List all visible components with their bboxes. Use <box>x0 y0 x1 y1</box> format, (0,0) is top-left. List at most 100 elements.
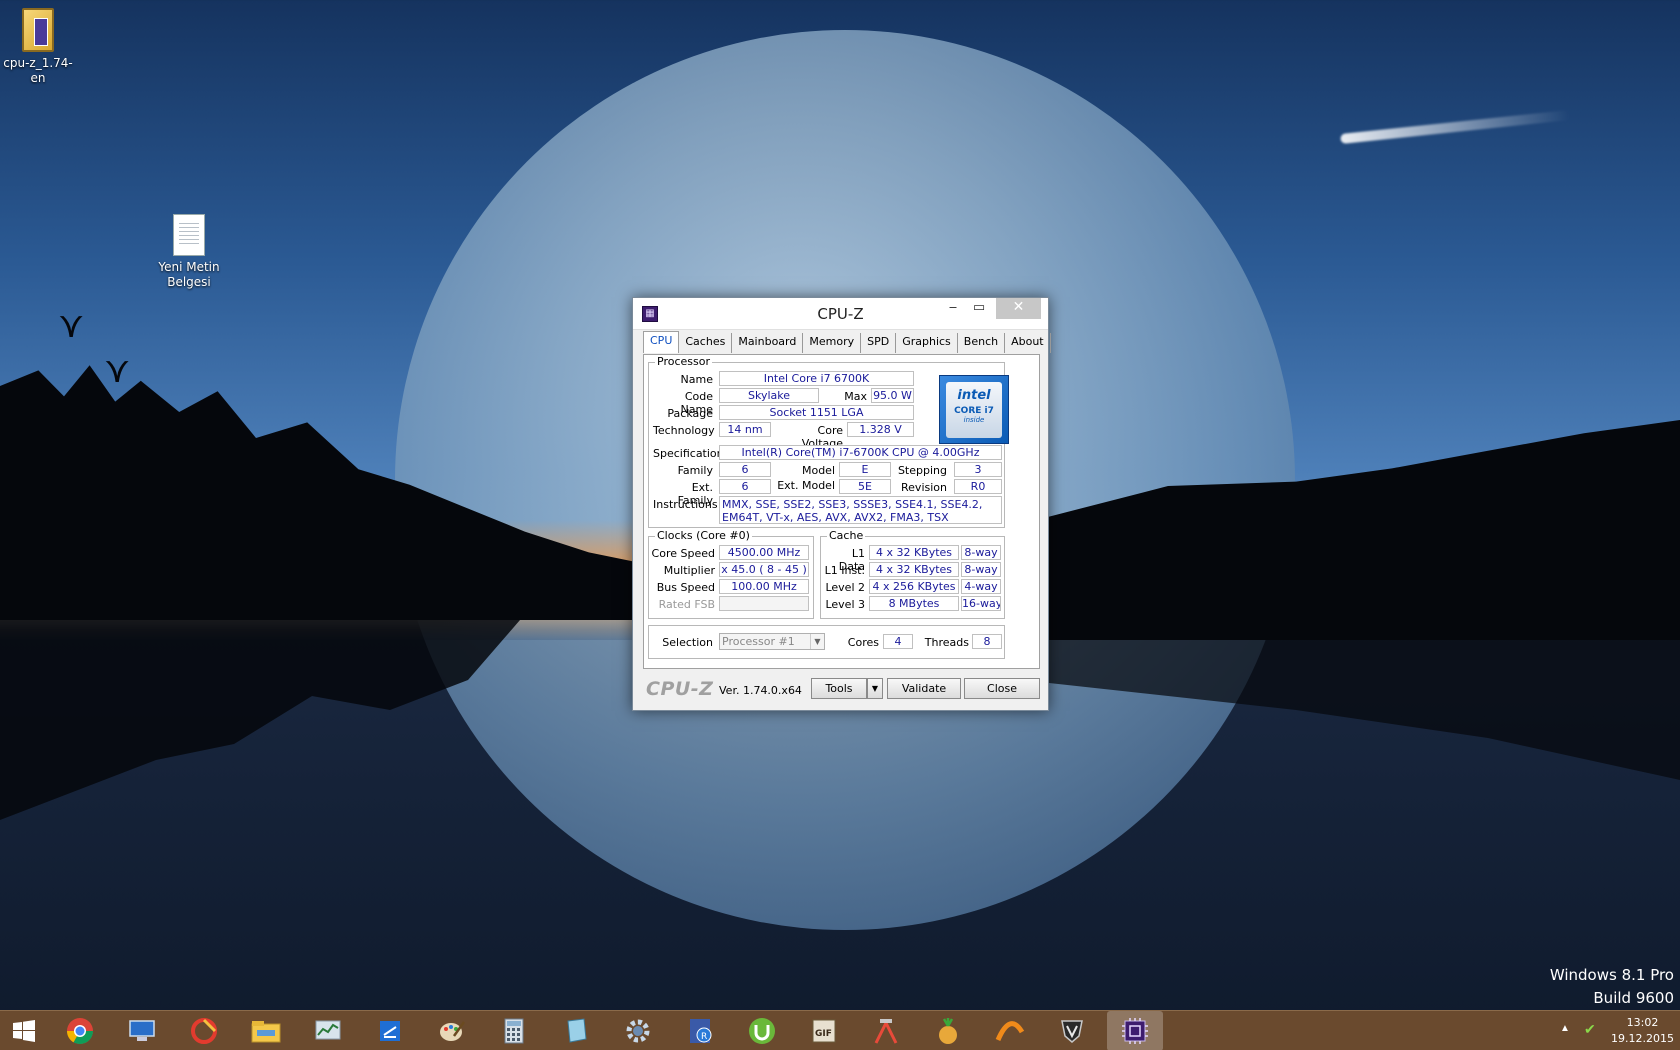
close-button[interactable]: Close <box>964 678 1040 699</box>
chrome-icon[interactable] <box>62 1015 98 1047</box>
minimize-button[interactable]: ‒ <box>940 298 966 319</box>
title-bar[interactable]: ▦ CPU-Z ‒ ▭ ✕ <box>633 298 1048 330</box>
cache-level3-way: 16-way <box>961 596 1001 611</box>
desktop-icon-label: cpu-z_1.74-en <box>3 56 73 85</box>
group-title: Processor <box>655 355 712 368</box>
desktop-icon-cpuz-folder[interactable]: cpu-z_1.74-en <box>0 8 78 86</box>
cores-label: Cores <box>847 636 879 649</box>
desktop-icon-text-document[interactable]: Yeni Metin Belgesi <box>149 214 229 290</box>
desktop-icon-label: Yeni Metin Belgesi <box>158 260 220 289</box>
tools-dropdown-button[interactable]: ▼ <box>867 678 883 699</box>
world-of-tanks-icon[interactable] <box>1054 1015 1090 1047</box>
resource-monitor-icon[interactable] <box>310 1015 346 1047</box>
arc-icon[interactable] <box>992 1015 1028 1047</box>
extmodel-label: Ext. Model <box>777 479 835 492</box>
system-tray: ▲ ✔ 13:02 19.12.2015 <box>1560 1011 1680 1050</box>
cache-level2-label: Level 2 <box>825 581 865 594</box>
revision-value: R0 <box>954 479 1002 494</box>
calculator-icon[interactable] <box>496 1015 532 1047</box>
cache-level3-label: Level 3 <box>825 598 865 611</box>
clock-time: 13:02 <box>1626 1016 1659 1029</box>
cache-l1inst-way: 8-way <box>961 562 1001 577</box>
version-text: Ver. 1.74.0.x64 <box>719 684 802 697</box>
selection-group: Selection Processor #1 ▼ Cores 4 Threads… <box>648 625 1005 659</box>
cache-level3-size: 8 MBytes <box>869 596 959 611</box>
specification-label: Specification <box>653 447 724 460</box>
notepad-icon[interactable] <box>558 1015 594 1047</box>
stepping-label: Stepping <box>897 464 947 477</box>
chevron-down-icon: ▼ <box>871 684 879 693</box>
selection-label: Selection <box>662 636 713 649</box>
intel-core-i7-logo: intel CORE i7 inside <box>939 375 1009 444</box>
processor-select-value: Processor #1 <box>722 635 795 648</box>
corespeed-value: 4500.00 MHz <box>719 545 809 560</box>
winrar-icon[interactable]: R <box>682 1015 718 1047</box>
tab-cpu[interactable]: CPU <box>643 331 680 353</box>
ratedfsb-value <box>719 596 809 611</box>
instructions-label: Instructions <box>653 498 718 511</box>
watermark-edition: Windows 8.1 Pro <box>1549 966 1674 984</box>
tools-icon[interactable] <box>868 1015 904 1047</box>
tab-memory[interactable]: Memory <box>803 333 862 353</box>
stepping-value: 3 <box>954 462 1002 477</box>
group-title: Clocks (Core #0) <box>655 529 752 542</box>
maxtdp-value: 95.0 W <box>871 388 914 403</box>
processor-group: Processor Name Intel Core i7 6700K Code … <box>648 355 1009 528</box>
family-label: Family <box>677 464 713 477</box>
windows-version-watermark: Windows 8.1 Pro Build 9600 <box>1550 964 1674 1010</box>
cache-level2-size: 4 x 256 KBytes <box>869 579 959 594</box>
maximize-button[interactable]: ▭ <box>966 298 992 319</box>
close-window-button[interactable]: ✕ <box>996 298 1041 319</box>
network-status-icon[interactable]: ✔ <box>1584 1021 1596 1038</box>
validate-button[interactable]: Validate <box>887 678 961 699</box>
tab-caches[interactable]: Caches <box>679 333 733 353</box>
ccleaner-icon[interactable] <box>186 1015 222 1047</box>
instructions-value: MMX, SSE, SSE2, SSE3, SSSE3, SSE4.1, SSE… <box>719 496 1002 524</box>
svg-text:R: R <box>701 1032 707 1042</box>
cache-l1data-size: 4 x 32 KBytes <box>869 545 959 560</box>
remote-desktop-icon[interactable] <box>124 1015 160 1047</box>
name-value: Intel Core i7 6700K <box>719 371 914 386</box>
model-label: Model <box>801 464 835 477</box>
gif-tool-icon[interactable]: GIF <box>806 1015 842 1047</box>
file-explorer-icon[interactable] <box>248 1015 284 1047</box>
corevoltage-value: 1.328 V <box>847 422 914 437</box>
windows-logo-icon <box>13 1020 35 1042</box>
tab-spd[interactable]: SPD <box>861 333 897 353</box>
extmodel-value: 5E <box>839 479 891 494</box>
cpuz-window: ▦ CPU-Z ‒ ▭ ✕ CPU Caches Mainboard Memor… <box>632 297 1051 711</box>
zip-folder-icon <box>22 8 54 52</box>
cores-value: 4 <box>883 634 913 649</box>
technology-value: 14 nm <box>719 422 771 437</box>
tray-expand-icon[interactable]: ▲ <box>1560 1023 1570 1034</box>
paint-icon[interactable] <box>434 1015 470 1047</box>
busspeed-value: 100.00 MHz <box>719 579 809 594</box>
utorrent-icon[interactable] <box>744 1015 780 1047</box>
snipping-tool-icon[interactable] <box>372 1015 408 1047</box>
clock-date: 19.12.2015 <box>1611 1032 1674 1045</box>
tab-bench[interactable]: Bench <box>958 333 1006 353</box>
tab-bar: CPU Caches Mainboard Memory SPD Graphics… <box>643 331 1051 353</box>
threads-value: 8 <box>972 634 1002 649</box>
ratedfsb-label: Rated FSB <box>658 598 715 611</box>
clock[interactable]: 13:02 19.12.2015 <box>1611 1015 1674 1047</box>
settings-icon[interactable] <box>620 1015 656 1047</box>
tab-graphics[interactable]: Graphics <box>896 333 958 353</box>
specification-value: Intel(R) Core(TM) i7-6700K CPU @ 4.00GHz <box>719 445 1002 460</box>
chevron-down-icon: ▼ <box>810 634 824 649</box>
tools-button[interactable]: Tools <box>811 678 867 699</box>
processor-select[interactable]: Processor #1 ▼ <box>719 633 825 650</box>
clocks-group: Clocks (Core #0) Core Speed 4500.00 MHz … <box>648 529 814 619</box>
bird-icon: ⋎ <box>104 350 131 391</box>
multiplier-label: Multiplier <box>663 564 715 577</box>
taskbar: R GIF ▲ ✔ 13:02 19.12.2015 <box>0 1010 1680 1050</box>
group-title: Cache <box>827 529 866 542</box>
game-icon[interactable] <box>930 1015 966 1047</box>
tab-about[interactable]: About <box>1005 333 1051 353</box>
package-label: Package <box>667 407 713 420</box>
cpu-z-icon[interactable] <box>1107 1011 1163 1050</box>
cache-group: Cache L1 Data 4 x 32 KBytes 8-way L1 Ins… <box>820 529 1005 619</box>
text-document-icon <box>173 214 205 256</box>
tab-mainboard[interactable]: Mainboard <box>732 333 804 353</box>
start-button[interactable] <box>6 1015 42 1047</box>
